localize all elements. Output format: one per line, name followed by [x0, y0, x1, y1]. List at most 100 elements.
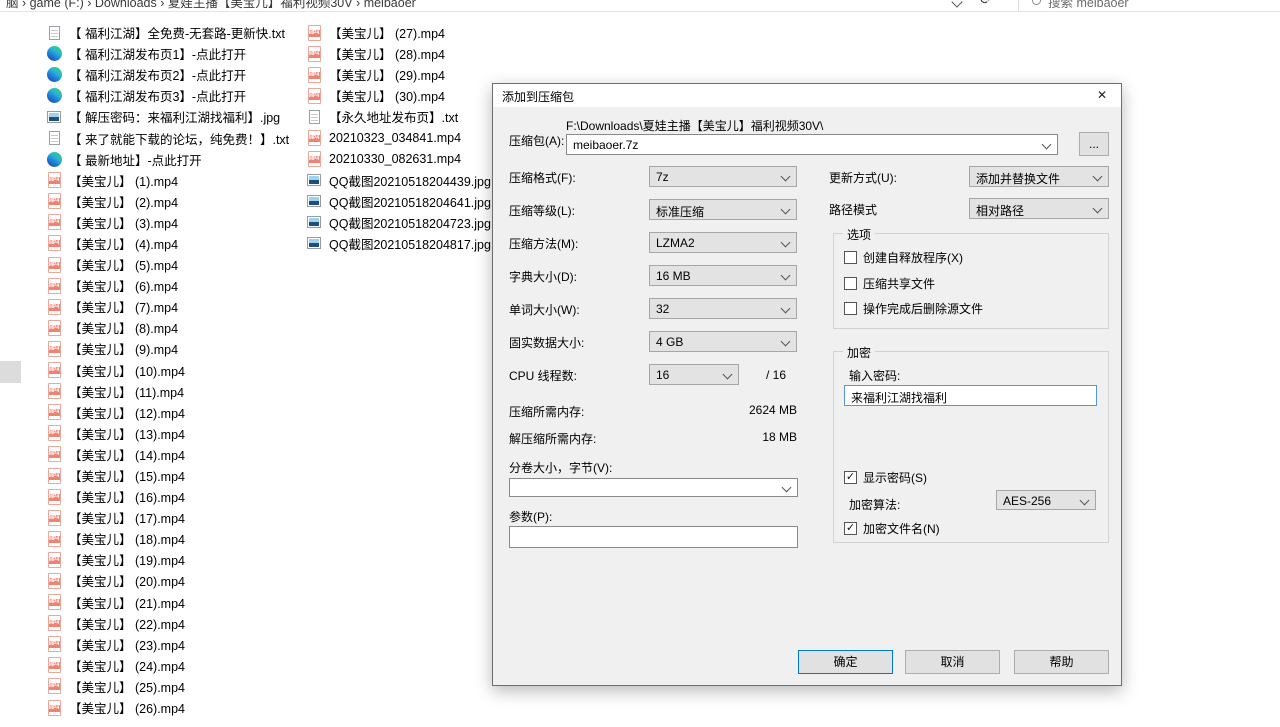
refresh-icon[interactable]: ⟳ — [980, 0, 992, 8]
file-item[interactable]: MP4【美宝儿】 (5).mp4 — [46, 254, 289, 275]
file-item[interactable]: MP4【美宝儿】 (19).mp4 — [46, 549, 289, 570]
file-item[interactable]: 【永久地址发布页】.txt — [306, 106, 491, 127]
file-item[interactable]: MP4【美宝儿】 (28).mp4 — [306, 43, 491, 64]
file-item[interactable]: 【 来了就能下载的论坛，纯免费！】.txt — [46, 127, 289, 148]
file-item[interactable]: QQ截图20210518204439.jpg — [306, 170, 491, 191]
file-item[interactable]: MP4【美宝儿】 (20).mp4 — [46, 570, 289, 591]
cpu-threads-select[interactable]: 16 — [649, 364, 739, 385]
file-item[interactable]: QQ截图20210518204641.jpg — [306, 191, 491, 212]
cpu-threads-label: CPU 线程数: — [509, 367, 577, 384]
mp4-file-icon: MP4 — [46, 615, 62, 631]
update-mode-select[interactable]: 添加并替换文件 — [969, 166, 1109, 187]
file-name: 【美宝儿】 (11).mp4 — [69, 382, 184, 401]
file-item[interactable]: MP420210330_082631.mp4 — [306, 149, 491, 170]
file-name: 【美宝儿】 (28).mp4 — [329, 44, 445, 63]
file-item[interactable]: MP4【美宝儿】 (9).mp4 — [46, 338, 289, 359]
cancel-button[interactable]: 取消 — [905, 650, 1000, 674]
file-name: 【 来了就能下载的论坛，纯免费！】.txt — [69, 129, 289, 148]
file-item[interactable]: 【 福利江湖】全免费-无套路-更新快.txt — [46, 22, 289, 43]
file-item[interactable]: MP4【美宝儿】 (29).mp4 — [306, 64, 491, 85]
file-item[interactable]: MP4【美宝儿】 (18).mp4 — [46, 528, 289, 549]
volume-size-combo[interactable] — [509, 478, 798, 497]
file-item[interactable]: MP4【美宝儿】 (25).mp4 — [46, 676, 289, 697]
scrollbar-thumb[interactable] — [0, 361, 21, 383]
encrypt-filenames-checkbox[interactable]: ✓ 加密文件名(N) — [844, 520, 940, 537]
file-item[interactable]: MP4【美宝儿】 (16).mp4 — [46, 486, 289, 507]
file-item[interactable]: 【 最新地址】-点此打开 — [46, 149, 289, 170]
chevron-down-icon — [781, 271, 791, 281]
option-checkbox[interactable]: 压缩共享文件 — [844, 275, 935, 292]
file-item[interactable]: MP4【美宝儿】 (27).mp4 — [306, 22, 491, 43]
file-item[interactable]: MP4【美宝儿】 (30).mp4 — [306, 85, 491, 106]
file-item[interactable]: MP4【美宝儿】 (4).mp4 — [46, 233, 289, 254]
file-item[interactable]: QQ截图20210518204817.jpg — [306, 233, 491, 254]
show-password-checkbox[interactable]: ✓ 显示密码(S) — [844, 469, 927, 486]
option-checkbox[interactable]: 创建自释放程序(X) — [844, 249, 963, 266]
file-item[interactable]: MP4【美宝儿】 (12).mp4 — [46, 402, 289, 423]
compression-level-select[interactable]: 标准压缩 — [649, 199, 797, 220]
chevron-down-icon — [781, 172, 791, 182]
file-item[interactable]: MP4【美宝儿】 (13).mp4 — [46, 423, 289, 444]
file-item[interactable]: MP4【美宝儿】 (7).mp4 — [46, 296, 289, 317]
file-item[interactable]: 【 福利江湖发布页1】-点此打开 — [46, 43, 289, 64]
file-name: 【 福利江湖发布页2】-点此打开 — [69, 65, 246, 84]
dialog-titlebar[interactable]: 添加到压缩包 ✕ — [493, 84, 1121, 107]
mp4-file-icon: MP4 — [46, 278, 62, 294]
file-item[interactable]: MP4【美宝儿】 (1).mp4 — [46, 170, 289, 191]
file-name: 【美宝儿】 (30).mp4 — [329, 86, 445, 105]
file-item[interactable]: MP4【美宝儿】 (10).mp4 — [46, 360, 289, 381]
help-button[interactable]: 帮助 — [1014, 650, 1109, 674]
encryption-method-select[interactable]: AES-256 — [996, 490, 1096, 510]
mp4-file-icon: MP4 — [46, 383, 62, 399]
file-item[interactable]: 【 福利江湖发布页3】-点此打开 — [46, 85, 289, 106]
file-item[interactable]: MP4【美宝儿】 (23).mp4 — [46, 634, 289, 655]
file-item[interactable]: MP4【美宝儿】 (6).mp4 — [46, 275, 289, 296]
mp4-file-icon: MP4 — [46, 636, 62, 652]
file-name: 【美宝儿】 (14).mp4 — [69, 445, 185, 464]
checkbox-label: 显示密码(S) — [863, 469, 927, 486]
mp4-file-icon: MP4 — [46, 510, 62, 526]
file-item[interactable]: MP420210323_034841.mp4 — [306, 127, 491, 148]
mp4-file-icon: MP4 — [46, 594, 62, 610]
file-item[interactable]: MP4【美宝儿】 (2).mp4 — [46, 191, 289, 212]
path-mode-select[interactable]: 相对路径 — [969, 198, 1109, 219]
password-label: 输入密码: — [849, 367, 900, 384]
close-icon[interactable]: ✕ — [1083, 84, 1121, 107]
address-chevron-down-icon[interactable] — [951, 0, 962, 8]
parameters-input[interactable] — [509, 526, 798, 548]
file-name: QQ截图20210518204723.jpg — [329, 213, 491, 232]
file-item[interactable]: 【 福利江湖发布页2】-点此打开 — [46, 64, 289, 85]
password-input[interactable]: 来福利江湖找福利 — [844, 385, 1097, 406]
file-item[interactable]: 【 解压密码：来福利江湖找福利】.jpg — [46, 106, 289, 127]
word-size-select[interactable]: 32 — [649, 298, 797, 319]
solid-block-size-select[interactable]: 4 GB — [649, 331, 797, 352]
selected-value: AES-256 — [1003, 494, 1051, 508]
file-item[interactable]: MP4【美宝儿】 (26).mp4 — [46, 697, 289, 718]
file-item[interactable]: QQ截图20210518204723.jpg — [306, 212, 491, 233]
explorer-window: 脑 › game (F:) › Downloads › 夏娃主播【美宝儿】福利视… — [0, 0, 1280, 727]
archive-format-select[interactable]: 7z — [649, 166, 797, 187]
file-item[interactable]: MP4【美宝儿】 (14).mp4 — [46, 444, 289, 465]
checkbox-label: 创建自释放程序(X) — [863, 249, 963, 266]
file-item[interactable]: MP4【美宝儿】 (22).mp4 — [46, 613, 289, 634]
archive-name-combo[interactable]: meibaoer.7z — [566, 134, 1058, 155]
file-item[interactable]: MP4 【美宝儿】 (11).mp4 — [46, 381, 289, 402]
compression-method-select[interactable]: LZMA2 — [649, 232, 797, 253]
file-item[interactable]: MP4【美宝儿】 (3).mp4 — [46, 212, 289, 233]
file-name: QQ截图20210518204439.jpg — [329, 171, 491, 190]
checkbox-label: 压缩共享文件 — [863, 275, 935, 292]
breadcrumb[interactable]: 脑 › game (F:) › Downloads › 夏娃主播【美宝儿】福利视… — [6, 0, 416, 11]
archive-format-label: 压缩格式(F): — [509, 169, 576, 186]
file-name: 【 解压密码：来福利江湖找福利】.jpg — [69, 107, 280, 126]
file-item[interactable]: MP4【美宝儿】 (21).mp4 — [46, 592, 289, 613]
encryption-method-label: 加密算法: — [849, 496, 900, 513]
browse-button[interactable]: ... — [1079, 132, 1109, 156]
dictionary-size-select[interactable]: 16 MB — [649, 265, 797, 286]
file-item[interactable]: MP4【美宝儿】 (8).mp4 — [46, 317, 289, 338]
file-item[interactable]: MP4【美宝儿】 (15).mp4 — [46, 465, 289, 486]
search-input[interactable]: 搜索 meibaoer — [1032, 0, 1129, 11]
file-item[interactable]: MP4【美宝儿】 (17).mp4 — [46, 507, 289, 528]
ok-button[interactable]: 确定 — [798, 650, 893, 674]
option-checkbox[interactable]: 操作完成后删除源文件 — [844, 300, 983, 317]
file-item[interactable]: MP4【美宝儿】 (24).mp4 — [46, 655, 289, 676]
